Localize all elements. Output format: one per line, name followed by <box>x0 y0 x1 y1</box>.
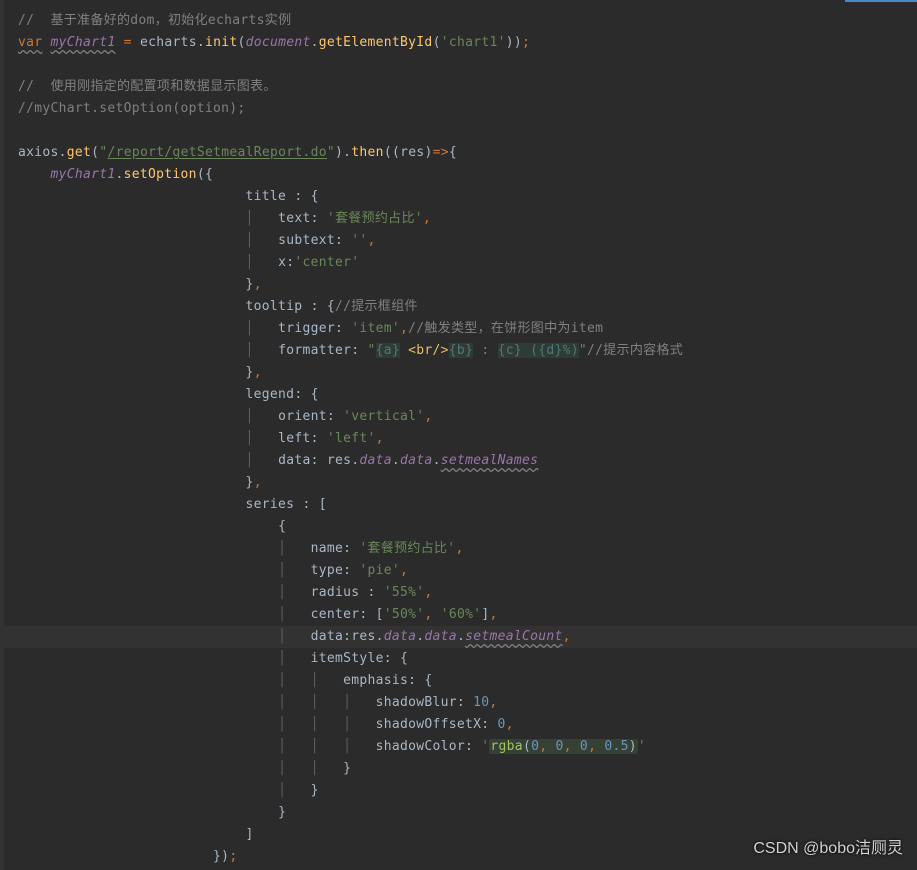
watermark: CSDN @bobo洁厕灵 <box>753 834 903 858</box>
scrollbar-top-indicator <box>845 0 917 2</box>
editor-gutter <box>0 0 4 870</box>
comment: // 使用刚指定的配置项和数据显示图表。 <box>18 79 277 94</box>
comment: //myChart.setOption(option); <box>18 101 246 116</box>
comment: // 基于准备好的dom，初始化echarts实例 <box>18 13 291 28</box>
code-editor[interactable]: // 基于准备好的dom，初始化echarts实例 var myChart1 =… <box>0 0 917 868</box>
keyword-var: var <box>18 35 42 50</box>
var-myChart1: myChart1 <box>51 35 116 50</box>
